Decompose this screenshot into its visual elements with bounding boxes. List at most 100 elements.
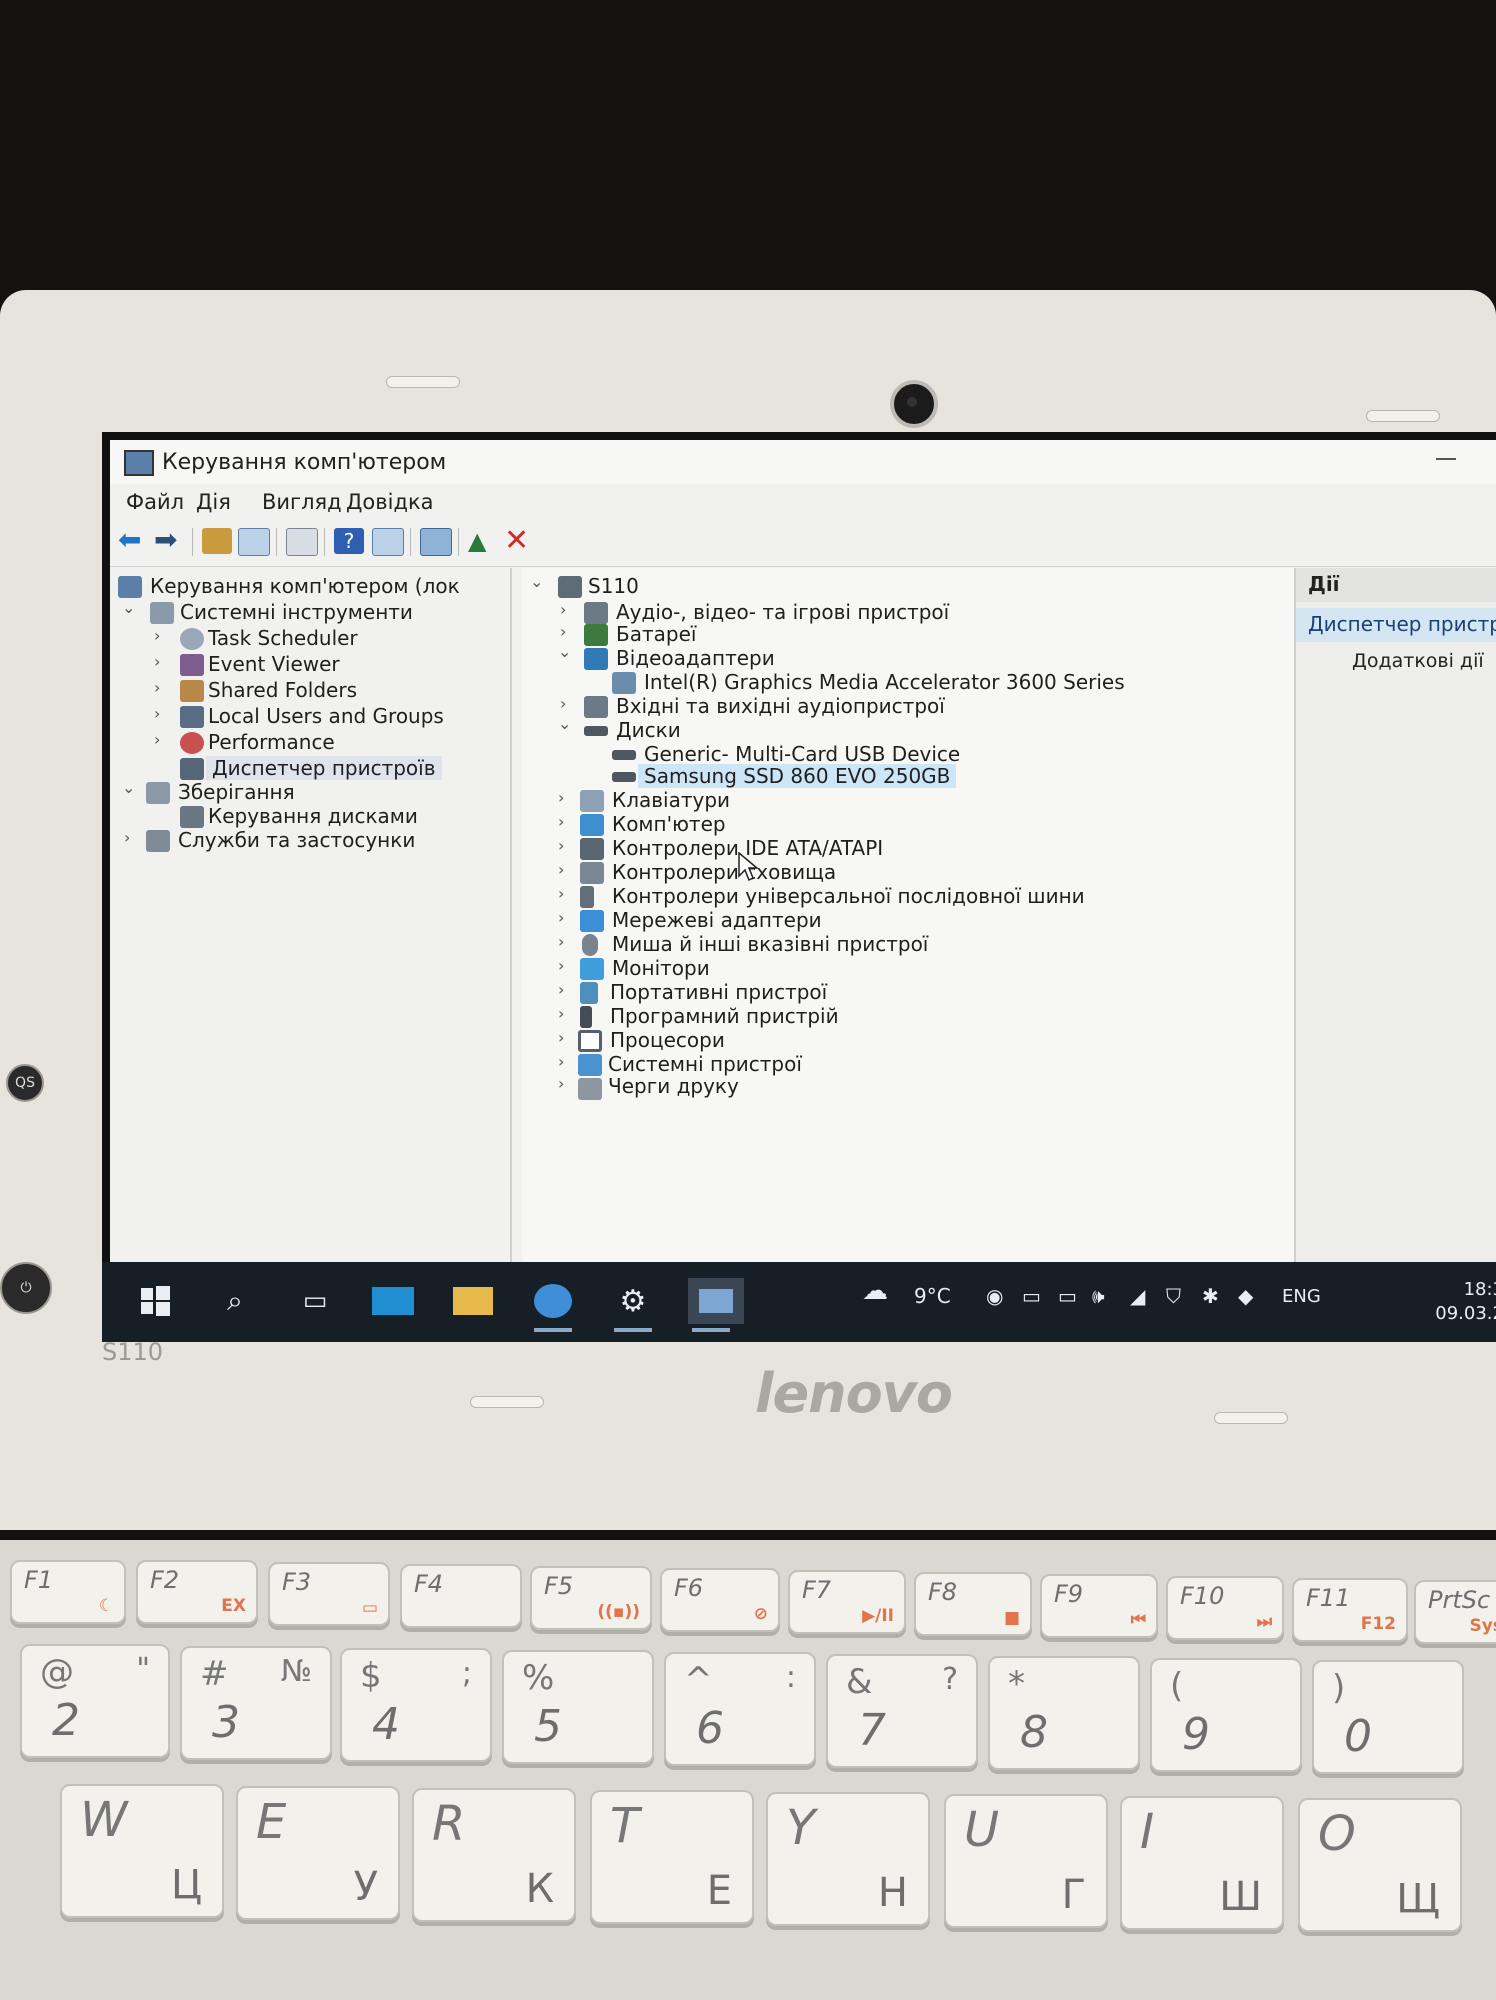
chevron-right-icon[interactable]: › bbox=[154, 652, 160, 671]
update-driver-icon[interactable]: ▲ bbox=[468, 528, 498, 554]
chevron-right-icon[interactable]: › bbox=[154, 678, 160, 697]
file-explorer-icon[interactable] bbox=[450, 1278, 496, 1324]
chevron-right-icon[interactable]: › bbox=[558, 788, 564, 807]
device-audio-io[interactable]: Вхідні та вихідні аудіопристрої bbox=[616, 694, 945, 718]
chevron-right-icon[interactable]: › bbox=[558, 1028, 564, 1047]
key-8[interactable]: * 8 bbox=[988, 1656, 1140, 1770]
key-3[interactable]: # № 3 bbox=[180, 1646, 332, 1760]
back-arrow-icon[interactable]: ⬅ bbox=[118, 526, 148, 554]
key-prtsc[interactable]: PrtScSysR bbox=[1414, 1580, 1496, 1644]
battery-tray-icon[interactable]: ▭ bbox=[1058, 1284, 1077, 1308]
chevron-down-icon[interactable]: ⌄ bbox=[558, 714, 571, 733]
chevron-right-icon[interactable]: › bbox=[154, 704, 160, 723]
device-software[interactable]: Програмний пристрій bbox=[610, 1004, 839, 1028]
device-generic-card[interactable]: Generic- Multi-Card USB Device bbox=[644, 742, 960, 766]
chevron-right-icon[interactable]: › bbox=[558, 956, 564, 975]
actions-device-manager[interactable]: Диспетчер пристр bbox=[1296, 608, 1496, 642]
device-keyboards[interactable]: Клавіатури bbox=[612, 788, 730, 812]
key-t[interactable]: TЕ bbox=[590, 1790, 754, 1924]
quickstart-button[interactable]: QS bbox=[6, 1064, 44, 1102]
key-f9[interactable]: F9 ⏮ bbox=[1040, 1574, 1158, 1638]
device-video-adapters[interactable]: Відеоадаптери bbox=[616, 646, 775, 670]
scan-hardware-icon[interactable] bbox=[420, 528, 452, 556]
key-f1[interactable]: F1 ☾ bbox=[10, 1560, 126, 1624]
app-tray-icon[interactable]: ◆ bbox=[1238, 1284, 1253, 1308]
chevron-down-icon[interactable]: ⌄ bbox=[122, 778, 135, 797]
chevron-right-icon[interactable]: › bbox=[558, 1074, 564, 1093]
menu-help[interactable]: Довідка bbox=[346, 490, 434, 514]
search-icon[interactable]: ⌕ bbox=[212, 1278, 258, 1324]
device-monitors[interactable]: Монітори bbox=[612, 956, 710, 980]
tree-local-users[interactable]: Local Users and Groups bbox=[208, 704, 444, 728]
key-i[interactable]: IШ bbox=[1120, 1796, 1284, 1930]
chevron-right-icon[interactable]: › bbox=[560, 694, 566, 713]
chevron-right-icon[interactable]: › bbox=[560, 600, 566, 619]
menu-view[interactable]: Вигляд bbox=[262, 490, 342, 514]
chevron-right-icon[interactable]: › bbox=[154, 730, 160, 749]
device-print-queues[interactable]: Черги друку bbox=[608, 1074, 739, 1098]
key-e[interactable]: EУ bbox=[236, 1786, 400, 1920]
volume-icon[interactable]: 🕪 bbox=[1092, 1284, 1105, 1308]
chevron-right-icon[interactable]: › bbox=[558, 908, 564, 927]
key-4[interactable]: $; 4 bbox=[340, 1648, 492, 1762]
device-computer[interactable]: Комп'ютер bbox=[612, 812, 726, 836]
security-shield-icon[interactable]: ⛉ bbox=[1166, 1284, 1181, 1308]
key-y[interactable]: YН bbox=[766, 1792, 930, 1926]
chevron-right-icon[interactable]: › bbox=[558, 884, 564, 903]
key-f10[interactable]: F10 ⏭ bbox=[1166, 1576, 1284, 1640]
chevron-right-icon[interactable]: › bbox=[558, 812, 564, 831]
chevron-down-icon[interactable]: ⌄ bbox=[558, 642, 571, 661]
language-indicator[interactable]: ENG bbox=[1282, 1286, 1321, 1307]
chevron-right-icon[interactable]: › bbox=[558, 836, 564, 855]
chevron-right-icon[interactable]: › bbox=[558, 860, 564, 879]
wifi-icon[interactable]: ◢ bbox=[1130, 1284, 1145, 1308]
mail-icon[interactable] bbox=[370, 1278, 416, 1324]
device-network[interactable]: Мережеві адаптери bbox=[612, 908, 822, 932]
chevron-right-icon[interactable]: › bbox=[154, 626, 160, 645]
action-pane-icon[interactable] bbox=[372, 528, 404, 556]
tree-task-scheduler[interactable]: Task Scheduler bbox=[208, 626, 358, 650]
key-f8[interactable]: F8 ■ bbox=[914, 1572, 1032, 1636]
key-0[interactable]: ) 0 bbox=[1312, 1660, 1464, 1774]
chevron-right-icon[interactable]: › bbox=[124, 828, 130, 847]
weather-cloud-icon[interactable]: ☁ bbox=[862, 1276, 888, 1306]
network-tray-icon[interactable]: ✱ bbox=[1202, 1284, 1219, 1308]
key-6[interactable]: ^: 6 bbox=[664, 1652, 816, 1766]
chevron-right-icon[interactable]: › bbox=[560, 622, 566, 641]
key-7[interactable]: &? 7 bbox=[826, 1654, 978, 1768]
task-view-icon[interactable]: ▭ bbox=[292, 1278, 338, 1324]
chevron-right-icon[interactable]: › bbox=[558, 932, 564, 951]
minimize-button[interactable] bbox=[1436, 458, 1456, 460]
key-f6[interactable]: F6 ⊘ bbox=[660, 1568, 780, 1632]
properties-icon[interactable] bbox=[286, 528, 318, 556]
key-f4[interactable]: F4 bbox=[400, 1564, 522, 1628]
key-f3[interactable]: F3 ▭ bbox=[268, 1562, 390, 1626]
tree-event-viewer[interactable]: Event Viewer bbox=[208, 652, 340, 676]
key-f11[interactable]: F11 F12 bbox=[1292, 1578, 1408, 1642]
device-portable[interactable]: Портативні пристрої bbox=[610, 980, 827, 1004]
key-f7[interactable]: F7 ▶/II bbox=[788, 1570, 906, 1634]
power-button[interactable]: ⏻ bbox=[0, 1262, 52, 1314]
tree-system-tools[interactable]: Системні інструменти bbox=[180, 600, 413, 624]
device-disks[interactable]: Диски bbox=[616, 718, 681, 742]
menu-action[interactable]: Дія bbox=[196, 490, 231, 514]
show-hide-tree-icon[interactable] bbox=[238, 528, 270, 556]
display-tray-icon[interactable]: ▭ bbox=[1022, 1284, 1041, 1308]
device-usb[interactable]: Контролери універсальної послідовної шин… bbox=[612, 884, 1085, 908]
chevron-down-icon[interactable]: ⌄ bbox=[530, 572, 543, 591]
chevron-down-icon[interactable]: ⌄ bbox=[122, 598, 135, 617]
chevron-right-icon[interactable]: › bbox=[558, 1052, 564, 1071]
skype-icon[interactable] bbox=[530, 1278, 576, 1332]
actions-more[interactable]: Додаткові дії bbox=[1352, 650, 1484, 672]
help-icon[interactable]: ? bbox=[334, 528, 364, 554]
device-intel-gma[interactable]: Intel(R) Graphics Media Accelerator 3600… bbox=[644, 670, 1125, 694]
tree-services[interactable]: Служби та застосунки bbox=[178, 828, 415, 852]
up-folder-icon[interactable] bbox=[202, 528, 232, 554]
forward-arrow-icon[interactable]: ➡ bbox=[154, 526, 184, 554]
menu-file[interactable]: Файл bbox=[126, 490, 184, 514]
key-r[interactable]: RК bbox=[412, 1788, 576, 1922]
key-2[interactable]: @ " 2 bbox=[20, 1644, 170, 1758]
tree-storage[interactable]: Зберігання bbox=[178, 780, 295, 804]
settings-gear-icon[interactable]: ⚙ bbox=[610, 1278, 656, 1332]
device-batteries[interactable]: Батареї bbox=[616, 622, 696, 646]
